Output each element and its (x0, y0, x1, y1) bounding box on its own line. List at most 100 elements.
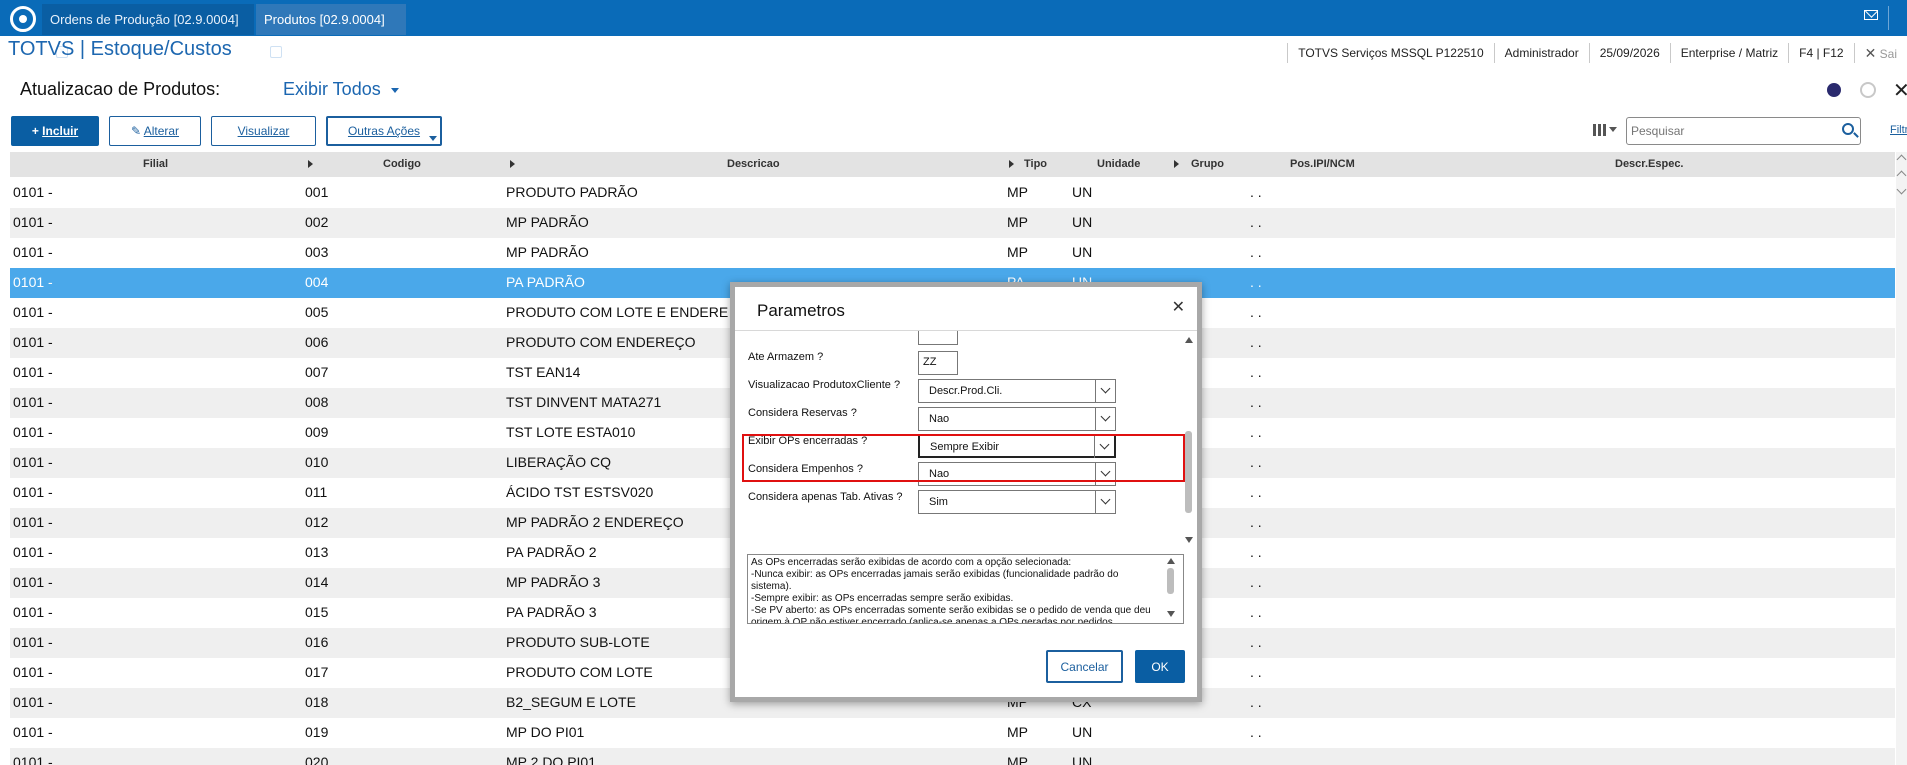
help-scrollbar[interactable] (1163, 555, 1179, 621)
cell-filial: 0101 - (13, 664, 53, 680)
mail-icon[interactable] (1864, 10, 1878, 20)
scroll-thumb[interactable] (1185, 431, 1192, 513)
sort-arrow-icon[interactable] (1009, 160, 1014, 168)
info-company[interactable]: Enterprise / Matriz (1669, 43, 1788, 63)
cancel-button[interactable]: Cancelar (1046, 650, 1123, 683)
table-row[interactable]: 0101 - 019 MP DO PI01 MP UN . . (10, 718, 1895, 748)
totvs-logo-icon[interactable] (10, 6, 36, 32)
param-tab-ativas-select[interactable]: Sim (918, 490, 1116, 514)
table-row[interactable]: 0101 - 001 PRODUTO PADRÃO MP UN . . (10, 178, 1895, 208)
cell-ncm: . . (1250, 724, 1262, 740)
select-value: Nao (929, 413, 950, 425)
sort-arrow-icon[interactable] (308, 160, 313, 168)
scroll-down-icon[interactable] (1167, 611, 1175, 617)
alterar-button[interactable]: ✎ Alterar (109, 116, 201, 146)
cell-ncm: . . (1250, 514, 1262, 530)
scroll-up-icon[interactable] (1896, 170, 1907, 181)
cell-codigo: 009 (305, 424, 329, 440)
cell-codigo: 001 (305, 184, 329, 200)
info-environment: TOTVS Serviços MSSQL P122510 (1287, 43, 1493, 63)
scroll-up-icon[interactable] (1167, 558, 1175, 564)
cell-ncm: . . (1250, 544, 1262, 560)
ok-button[interactable]: OK (1135, 650, 1185, 683)
column-header-descr-espec[interactable]: Descr.Espec. (1615, 158, 1684, 170)
search-box[interactable] (1626, 117, 1861, 145)
cell-ncm: . . (1250, 574, 1262, 590)
info-shortcuts[interactable]: F4 | F12 (1788, 43, 1853, 63)
column-header-ncm[interactable]: Pos.IPI/NCM (1290, 158, 1355, 170)
column-header-tipo[interactable]: Tipo (1024, 158, 1047, 170)
cell-unidade: UN (1072, 214, 1093, 230)
parametros-dialog: Parametros ✕ Ate Armazem ? ZZ Visualizac… (730, 282, 1202, 702)
cell-ncm: . . (1250, 394, 1262, 410)
scroll-thumb[interactable] (1167, 568, 1174, 594)
visualizar-button[interactable]: Visualizar (211, 116, 316, 146)
close-icon[interactable]: ✕ (1172, 297, 1185, 317)
tab-ordens-producao[interactable]: Ordens de Produção [02.9.0004]× (42, 4, 254, 58)
cell-descricao: PA PADRÃO (506, 274, 585, 290)
cell-codigo: 018 (305, 694, 329, 710)
cell-descricao: PA PADRÃO 2 (506, 544, 597, 560)
param-ate-armazem-input[interactable]: ZZ (918, 351, 958, 375)
cell-ncm: . . (1250, 754, 1262, 765)
cell-descricao: PRODUTO COM LOTE (506, 664, 653, 680)
cell-filial: 0101 - (13, 304, 53, 320)
sort-arrow-icon[interactable] (510, 160, 515, 168)
params-scrollbar[interactable] (1183, 331, 1195, 547)
sort-arrow-icon[interactable] (1174, 160, 1179, 168)
cell-codigo: 017 (305, 664, 329, 680)
param-reservas-select[interactable]: Nao (918, 407, 1116, 431)
param-field[interactable] (918, 331, 958, 345)
gear-icon[interactable] (1860, 82, 1876, 98)
cell-filial: 0101 - (13, 244, 53, 260)
search-input[interactable] (1627, 118, 1827, 144)
filter-link[interactable]: Filtr (1890, 124, 1907, 136)
cell-descricao: MP 2 DO PI01 (506, 754, 597, 765)
cell-descricao: MP PADRÃO 2 ENDEREÇO (506, 514, 684, 530)
table-row[interactable]: 0101 - 003 MP PADRÃO MP UN . . (10, 238, 1895, 268)
chevron-down-icon[interactable] (1095, 408, 1115, 430)
table-row[interactable]: 0101 - 002 MP PADRÃO MP UN . . (10, 208, 1895, 238)
close-icon: ✕ (1864, 45, 1877, 61)
chevron-down-icon (390, 87, 399, 93)
column-header-descricao[interactable]: Descricao (727, 158, 780, 170)
cell-ncm: . . (1250, 214, 1262, 230)
top-tab-bar: Ordens de Produção [02.9.0004]× Produtos… (0, 0, 1907, 58)
scroll-up-icon[interactable] (1896, 154, 1907, 165)
app-title: TOTVS | Estoque/Custos (8, 38, 232, 60)
table-row[interactable]: 0101 - 020 MP 2 DO PI01 MP UN . . (10, 748, 1895, 765)
columns-icon[interactable] (1591, 120, 1617, 140)
chevron-down-icon[interactable] (1095, 491, 1115, 513)
scroll-down-icon[interactable] (1185, 537, 1193, 543)
view-filter-dropdown[interactable]: Exibir Todos (283, 79, 399, 100)
param-label: Considera Reservas ? (748, 407, 857, 419)
column-header-unidade[interactable]: Unidade (1097, 158, 1140, 170)
status-icon[interactable] (1827, 83, 1841, 97)
help-text-area[interactable]: As OPs encerradas serão exibidas de acor… (747, 554, 1184, 624)
cell-descricao: MP PADRÃO 3 (506, 574, 601, 590)
close-icon[interactable]: ✕ (1893, 78, 1907, 103)
tab-produtos[interactable]: Produtos [02.9.0004] × (256, 4, 406, 58)
outras-acoes-button[interactable]: Outras Ações (326, 116, 442, 146)
incluir-button[interactable]: + Incluir (11, 116, 99, 146)
search-icon[interactable] (1842, 123, 1854, 135)
close-icon[interactable]: × (270, 45, 282, 58)
cell-descricao: B2_SEGUM E LOTE (506, 694, 636, 710)
select-value: Sim (929, 496, 948, 508)
scroll-down-icon[interactable] (1896, 184, 1907, 195)
column-header-filial[interactable]: Filial (143, 158, 168, 170)
cell-filial: 0101 - (13, 484, 53, 500)
column-header-grupo[interactable]: Grupo (1191, 158, 1224, 170)
cell-codigo: 003 (305, 244, 329, 260)
chevron-down-icon[interactable] (1095, 380, 1115, 402)
cell-filial: 0101 - (13, 214, 53, 230)
cell-descricao: MP PADRÃO (506, 214, 589, 230)
param-visualizacao-select[interactable]: Descr.Prod.Cli. (918, 379, 1116, 403)
select-value: Descr.Prod.Cli. (929, 385, 1003, 397)
scroll-up-icon[interactable] (1185, 337, 1193, 343)
cell-codigo: 006 (305, 334, 329, 350)
column-header-codigo[interactable]: Codigo (383, 158, 421, 170)
vertical-scrollbar[interactable] (1896, 152, 1907, 765)
exit-button[interactable]: ✕ Sai (1853, 43, 1907, 63)
view-filter-label: Exibir Todos (283, 79, 381, 99)
